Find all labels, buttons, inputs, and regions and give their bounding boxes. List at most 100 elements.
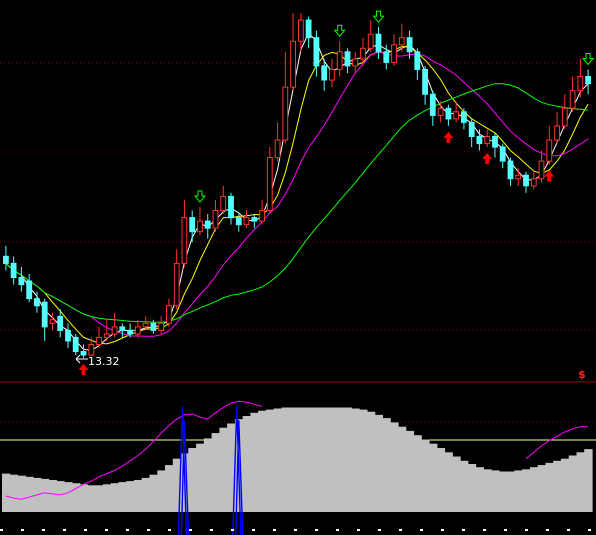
candle-body [429, 93, 436, 116]
indicator-bar [560, 458, 570, 512]
candle-body [72, 336, 79, 352]
candle-body [80, 351, 87, 356]
candle-body [3, 255, 9, 264]
candle-body [391, 44, 397, 63]
indicator-bar [211, 433, 220, 512]
candle-body [127, 329, 133, 335]
indicator-bar [498, 471, 508, 512]
indicator-bar [452, 456, 461, 512]
candle-body [26, 280, 33, 300]
candle-body [321, 65, 328, 81]
candle-body [103, 333, 110, 338]
indicator-bar [429, 443, 438, 512]
indicator-bar [506, 471, 515, 512]
indicator-bar [110, 483, 120, 512]
indicator-bar [568, 455, 578, 512]
low-price-label: 13.32 [88, 355, 120, 368]
candle-body [290, 40, 297, 88]
candle-body [484, 136, 491, 145]
candle-body [383, 51, 390, 63]
candle-body [166, 305, 172, 324]
candle-body [305, 19, 312, 39]
indicator-bar [134, 480, 143, 512]
indicator-bar [17, 475, 26, 512]
candle-body [266, 157, 273, 212]
indicator-bar [165, 465, 174, 512]
candle-body [398, 37, 405, 46]
indicator-bar [118, 482, 127, 512]
candle-body [585, 76, 592, 85]
indicator-bar [382, 418, 391, 512]
sell-arrow-icon [193, 190, 207, 203]
candle-body [523, 174, 529, 187]
candle-body [49, 319, 56, 324]
candle-body [220, 195, 227, 211]
candle-body [282, 86, 289, 141]
candle-body [577, 76, 584, 92]
indicator-bar [522, 469, 531, 512]
candle-body [554, 125, 561, 141]
indicator-bar [304, 407, 314, 512]
indicator-marker: $ [578, 368, 586, 381]
candle-body [189, 217, 196, 233]
indicator-bar [405, 430, 415, 512]
indicator-bar [397, 426, 407, 512]
candle-body [406, 37, 413, 53]
candle-body [197, 220, 203, 233]
indicator-bar [265, 409, 275, 512]
indicator-bar [9, 474, 19, 512]
indicator-bar [390, 422, 399, 512]
indicator-bar [71, 483, 81, 512]
candle-body [173, 262, 180, 307]
candle-body [569, 90, 576, 109]
buy-arrow-icon [443, 131, 454, 143]
indicator-bar [320, 407, 329, 512]
indicator-bar [126, 481, 135, 512]
candle-body [414, 51, 421, 70]
candle-body [476, 136, 483, 145]
indicator-bar [250, 412, 259, 512]
sell-arrow-icon [372, 10, 385, 23]
indicator-bar [328, 407, 337, 512]
indicator-bar [289, 407, 298, 512]
indicator-bar [2, 473, 11, 512]
candle-body [181, 217, 188, 264]
ma-line [5, 45, 589, 345]
indicator-bar [343, 407, 352, 512]
candle-body [212, 210, 219, 229]
candle-body [538, 160, 545, 180]
buy-arrow-icon [78, 363, 89, 375]
indicator-bar [95, 485, 104, 512]
indicator-bar [25, 476, 34, 512]
candle-body [158, 322, 164, 331]
indicator-bar [56, 481, 65, 512]
candle-body [274, 139, 281, 159]
indicator-panel [0, 400, 596, 535]
candle-body [41, 301, 48, 328]
indicator-bar [64, 482, 73, 512]
indicator-bar [312, 407, 321, 512]
stock-chart: 13.32 $ [0, 10, 596, 535]
low-pointer-icon [75, 354, 88, 364]
indicator-bar [157, 470, 166, 512]
indicator-bar [359, 409, 368, 512]
indicator-bar [366, 411, 376, 512]
indicator-bar [374, 414, 383, 512]
indicator-bar [258, 410, 267, 512]
candle-body [499, 146, 506, 162]
indicator-bar [281, 407, 290, 512]
indicator-bar [102, 484, 112, 512]
indicator-bar [196, 443, 205, 512]
candle-body [507, 160, 514, 180]
candle-body [515, 174, 522, 180]
candle-body [65, 329, 71, 342]
candle-body [422, 69, 429, 95]
candle-body [243, 217, 250, 226]
candle-body [235, 217, 242, 226]
candle-body [134, 326, 141, 335]
indicator-bar [467, 464, 477, 512]
indicator-bar [149, 474, 158, 512]
indicator-bar [413, 435, 422, 512]
candle-body [492, 136, 498, 148]
indicator-bar [297, 407, 306, 512]
